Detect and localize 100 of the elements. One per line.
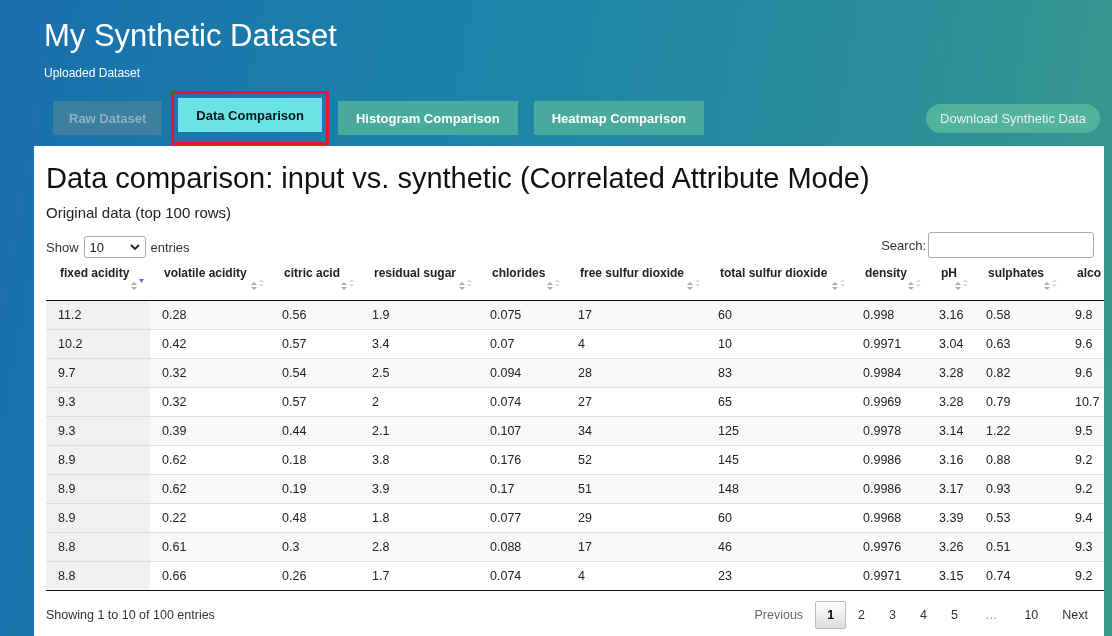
table-cell: 0.9978: [851, 416, 927, 446]
table-cell: 0.17: [478, 474, 566, 504]
table-cell: 9.5: [1063, 416, 1104, 446]
table-cell: 0.66: [150, 561, 270, 590]
table-cell: 3.15: [927, 561, 974, 590]
table-cell: 0.094: [478, 358, 566, 388]
table-cell: 3.9: [360, 474, 478, 504]
column-header[interactable]: alco: [1063, 262, 1104, 301]
column-header[interactable]: density: [851, 262, 927, 301]
page-button[interactable]: 5: [938, 600, 970, 629]
table-cell: 0.26: [270, 561, 360, 590]
table-cell: 0.32: [150, 358, 270, 388]
table-cell: 23: [706, 561, 851, 590]
table-cell: 0.9984: [851, 358, 927, 388]
pagination-ellipsis: …: [983, 606, 999, 624]
table-cell: 2.8: [360, 532, 478, 562]
column-header[interactable]: sulphates: [974, 262, 1063, 301]
column-header[interactable]: citric acid: [270, 262, 360, 301]
table-cell: 0.56: [270, 300, 360, 330]
table-cell: 0.074: [478, 561, 566, 590]
table-cell: 0.075: [478, 300, 566, 330]
table-cell: 0.51: [974, 532, 1063, 562]
table-cell: 0.62: [150, 474, 270, 504]
column-header[interactable]: free sulfur dioxide: [566, 262, 706, 301]
page-button[interactable]: 1: [815, 600, 847, 629]
table-cell: 9.3: [46, 416, 150, 446]
table-cell: 3.16: [927, 300, 974, 330]
table-cell: 0.39: [150, 416, 270, 446]
table-cell: 125: [706, 416, 851, 446]
previous-button[interactable]: Previous: [742, 600, 816, 629]
table-cell: 0.93: [974, 474, 1063, 504]
table-cell: 0.088: [478, 532, 566, 562]
column-header[interactable]: fixed acidity: [46, 262, 150, 301]
table-cell: 51: [566, 474, 706, 504]
table-cell: 0.58: [974, 300, 1063, 330]
table-cell: 0.74: [974, 561, 1063, 590]
table-cell: 8.9: [46, 474, 150, 504]
table-cell: 9.3: [1063, 532, 1104, 562]
table-cell: 9.2: [1063, 474, 1104, 504]
entries-select[interactable]: 10: [83, 236, 146, 258]
table-cell: 1.9: [360, 300, 478, 330]
table-cell: 11.2: [46, 300, 150, 330]
entries-label: entries: [150, 239, 190, 255]
search-field[interactable]: [928, 232, 1094, 258]
page-title: My Synthetic Dataset: [44, 18, 338, 54]
table-cell: 8.9: [46, 503, 150, 533]
next-button[interactable]: Next: [1050, 600, 1100, 629]
table-cell: 0.28: [150, 300, 270, 330]
table-cell: 0.998: [851, 300, 927, 330]
table-cell: 0.54: [270, 358, 360, 388]
table-info: Showing 1 to 10 of 100 entries: [46, 607, 215, 622]
table-cell: 3.17: [927, 474, 974, 504]
table-cell: 8.9: [46, 445, 150, 475]
page-button[interactable]: 3: [877, 600, 908, 629]
table-cell: 2.1: [360, 416, 478, 446]
table-cell: 0.3: [270, 532, 360, 562]
column-header[interactable]: chlorides: [478, 262, 566, 301]
table-cell: 0.9976: [851, 532, 927, 562]
table-cell: 8.8: [46, 561, 150, 590]
table-cell: 0.9971: [851, 561, 927, 590]
table-cell: 34: [566, 416, 706, 446]
table-caption: Original data (top 100 rows): [46, 204, 233, 221]
column-header[interactable]: residual sugar: [360, 262, 478, 301]
table-cell: 1.22: [974, 416, 1063, 446]
table-cell: 0.19: [270, 474, 360, 504]
column-header[interactable]: total sulfur dioxide: [706, 262, 851, 301]
table-cell: 3.28: [927, 358, 974, 388]
table-cell: 9.3: [46, 387, 150, 417]
section-heading: Data comparison: input vs. synthetic (Correlated Attribute Mode): [46, 162, 871, 195]
table-cell: 3.26: [927, 532, 974, 562]
table-cell: 9.6: [1063, 358, 1104, 388]
table-cell: 2.5: [360, 358, 478, 388]
table-cell: 4: [566, 561, 706, 590]
table-cell: 46: [706, 532, 851, 562]
table-cell: 17: [566, 300, 706, 330]
page-button[interactable]: 2: [846, 600, 878, 629]
page-subtitle: Uploaded Dataset: [44, 66, 142, 80]
page-button[interactable]: 4: [908, 600, 939, 629]
table-cell: 83: [706, 358, 851, 388]
column-header[interactable]: pH: [927, 262, 974, 301]
table-cell: 3.14: [927, 416, 974, 446]
table-cell: 9.2: [1063, 561, 1104, 590]
table-cell: 60: [706, 300, 851, 330]
table-cell: 0.9986: [851, 474, 927, 504]
table-cell: 9.7: [46, 358, 150, 388]
table-cell: 0.61: [150, 532, 270, 562]
column-header[interactable]: volatile acidity: [150, 262, 270, 301]
page-button[interactable]: 10: [1012, 600, 1051, 629]
table-cell: 148: [706, 474, 851, 504]
table-cell: 0.107: [478, 416, 566, 446]
table-cell: 9.8: [1063, 300, 1104, 330]
tab[interactable]: Data Comparison: [178, 98, 322, 132]
table-cell: 0.44: [270, 416, 360, 446]
show-label: Show: [46, 239, 79, 255]
table-cell: 0.82: [974, 358, 1063, 388]
table-cell: 17: [566, 532, 706, 562]
table-cell: 28: [566, 358, 706, 388]
table-cell: 10.2: [46, 329, 150, 359]
search-label: Search:: [881, 237, 926, 253]
table-cell: 8.8: [46, 532, 150, 562]
